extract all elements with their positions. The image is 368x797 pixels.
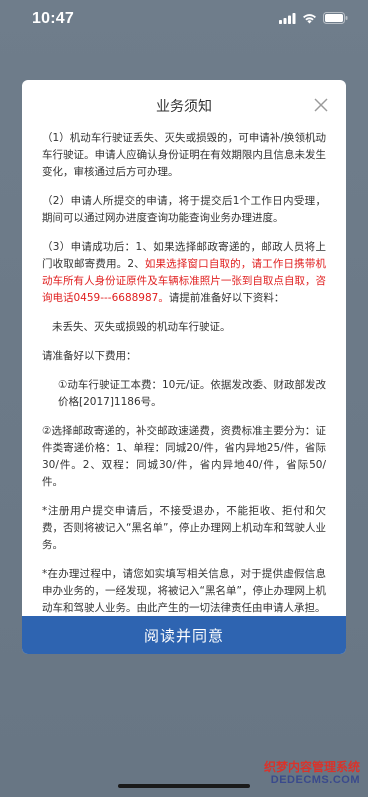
blacklist-notice: *注册用户提交申请后，不接受退办，不能拒收、拒付和欠费，否则将被记入“黑名单”，…: [42, 505, 326, 551]
fee-item-2: ②选择邮政寄递的，补交邮政速递费，资费标准主要分为：证件类寄递价格：1、单程：同…: [42, 425, 326, 488]
fee-item-1: ①动车行驶证工本费：10元/证。依据发改委、财政部发改价格[2017]1186号…: [58, 379, 326, 408]
home-indicator[interactable]: [118, 784, 250, 788]
notice-paragraph-3-tail: 请提前准备好以下资料：: [168, 292, 285, 304]
watermark: 织梦内容管理系统 DEDECMS.COM: [264, 760, 360, 787]
dialog-title: 业务须知: [156, 99, 212, 115]
notice-paragraph-2: （2）申请人所提交的申请，将于提交后1个工作日内受理，期间可以通过网办进度查询功…: [42, 195, 326, 224]
notice-paragraph-1: （1）机动车行驶证丢失、灭失或损毁的，可申请补/换领机动车行驶证。申请人应确认身…: [42, 132, 326, 178]
status-icons: [279, 12, 348, 24]
business-notice-dialog: 业务须知 （1）机动车行驶证丢失、灭失或损毁的，可申请补/换领机动车行驶证。申请…: [22, 80, 346, 654]
wifi-icon: [303, 13, 316, 23]
watermark-line-2: DEDECMS.COM: [270, 774, 360, 786]
read-and-agree-button[interactable]: 阅读并同意: [22, 616, 346, 654]
battery-icon: [323, 12, 348, 24]
close-icon: [314, 98, 328, 112]
false-info-notice: *在办理过程中，请您如实填写相关信息，对于提供虚假信息申办业务的，一经发现，将被…: [42, 568, 326, 614]
status-time: 10:47: [32, 10, 74, 27]
notice-content[interactable]: （1）机动车行驶证丢失、灭失或损毁的，可申请补/换领机动车行驶证。申请人应确认身…: [22, 130, 346, 616]
dialog-header: 业务须知: [22, 80, 346, 130]
close-button[interactable]: [312, 96, 330, 114]
screen: 10:47 业务须知 （1）机动车行驶证丢失、灭失或损毁的，可申请补/换领机动车…: [0, 0, 368, 797]
fees-heading: 请准备好以下费用：: [42, 350, 137, 362]
cellular-signal-icon: [279, 12, 296, 24]
required-material: 未丢失、灭失或损毁的机动车行驶证。: [52, 321, 231, 333]
status-bar: 10:47: [0, 0, 368, 40]
watermark-line-1: 织梦内容管理系统: [263, 760, 360, 774]
notice-paragraph-3: （3）申请成功后：1、如果选择邮政寄递的，邮政人员将上门收取邮寄费用。2、如果选…: [42, 239, 326, 307]
